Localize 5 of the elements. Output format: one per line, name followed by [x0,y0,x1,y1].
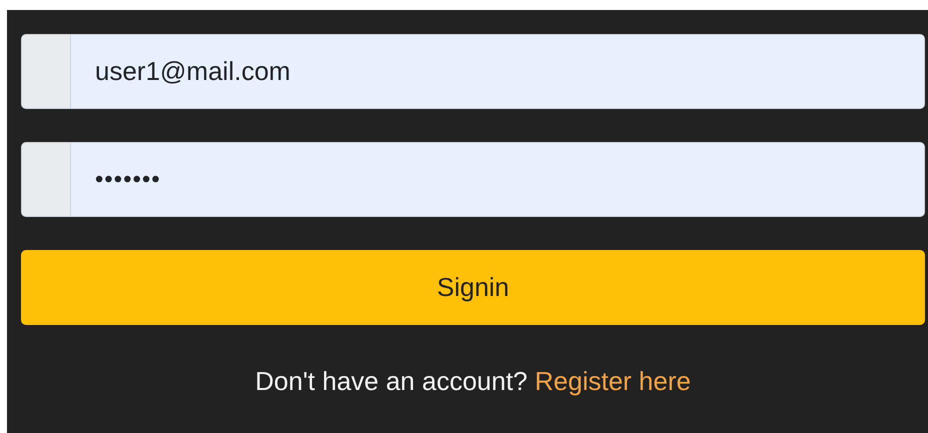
password-field[interactable]: ••••••• [71,142,925,217]
email-field[interactable]: user1@mail.com [71,34,925,109]
signin-button[interactable]: Signin [21,250,925,325]
register-link[interactable]: Register here [534,366,691,396]
register-prompt: Don't have an account? Register here [255,366,691,397]
